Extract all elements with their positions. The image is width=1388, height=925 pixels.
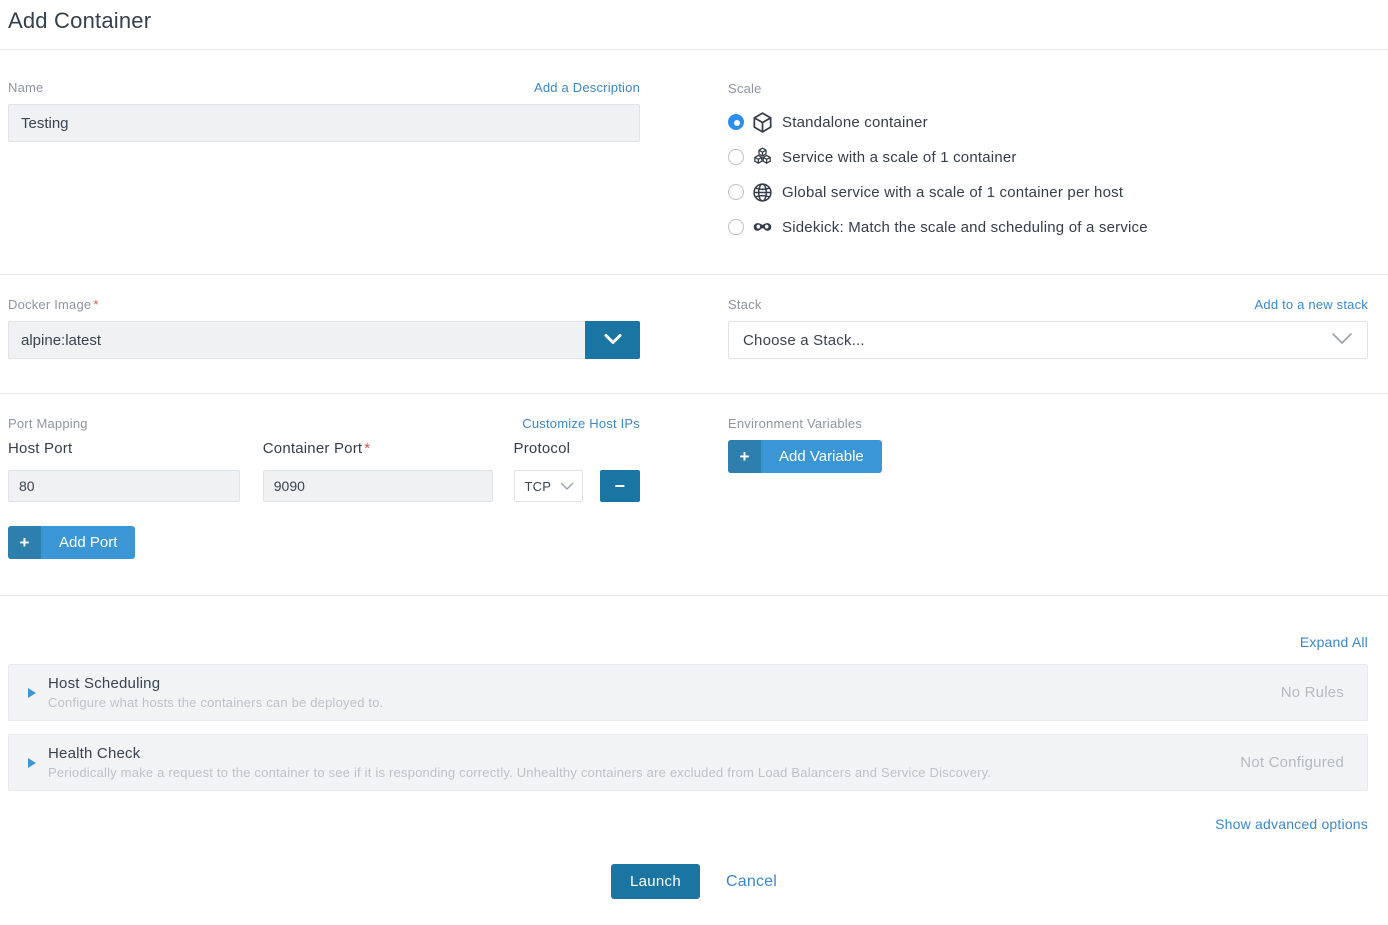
port-mapping-label: Port Mapping <box>8 416 88 431</box>
scale-option-label: Global service with a scale of 1 contain… <box>782 184 1123 201</box>
chevron-down-icon <box>1331 332 1353 349</box>
sidekick-mask-icon <box>752 217 773 238</box>
protocol-select[interactable]: TCP <box>514 470 583 502</box>
scale-option-label: Sidekick: Match the scale and scheduling… <box>782 219 1148 236</box>
launch-button[interactable]: Launch <box>611 864 700 899</box>
environment-variables-label: Environment Variables <box>728 416 862 431</box>
add-new-stack-link[interactable]: Add to a new stack <box>1255 297 1368 312</box>
host-port-input[interactable] <box>8 470 240 502</box>
name-input[interactable] <box>8 104 640 142</box>
footer-actions: Launch Cancel <box>0 844 1388 923</box>
host-port-label: Host Port <box>8 440 240 457</box>
accordion-description: Periodically make a request to the conta… <box>48 765 1224 780</box>
status-badge: No Rules <box>1281 684 1344 701</box>
accordion-title: Health Check <box>48 745 1224 762</box>
scale-option-service[interactable]: Service with a scale of 1 container <box>728 146 1368 168</box>
radio-service[interactable] <box>728 149 744 165</box>
expand-caret-icon[interactable] <box>28 758 36 768</box>
ports-env-row: Port Mapping Customize Host IPs Host Por… <box>0 394 1388 595</box>
scale-label: Scale <box>728 81 762 96</box>
docker-image-dropdown-button[interactable] <box>585 321 640 359</box>
required-asterisk: * <box>93 297 98 312</box>
customize-host-ips-link[interactable]: Customize Host IPs <box>522 416 640 431</box>
show-advanced-row: Show advanced options <box>0 804 1388 844</box>
add-port-button-label: Add Port <box>41 526 135 559</box>
page-title: Add Container <box>0 0 1388 34</box>
docker-image-input[interactable] <box>8 321 585 359</box>
cube-icon <box>752 112 773 133</box>
scale-option-sidekick[interactable]: Sidekick: Match the scale and scheduling… <box>728 216 1368 238</box>
column-gap <box>640 297 728 359</box>
radio-standalone[interactable] <box>728 114 744 130</box>
column-gap <box>640 416 728 559</box>
scale-section: Scale Standalone container <box>728 80 1368 238</box>
accordion-description: Configure what hosts the containers can … <box>48 695 1265 710</box>
scale-option-standalone[interactable]: Standalone container <box>728 111 1368 133</box>
container-port-input[interactable] <box>263 470 493 502</box>
expand-all-link[interactable]: Expand All <box>1300 634 1368 650</box>
column-gap <box>640 80 728 238</box>
stack-select[interactable]: Choose a Stack... <box>728 321 1368 359</box>
stack-label: Stack <box>728 297 762 312</box>
scale-option-label: Standalone container <box>782 114 928 131</box>
name-scale-row: Name Add a Description Scale Standalone … <box>0 50 1388 274</box>
expand-all-row: Expand All <box>0 596 1388 664</box>
chevron-down-icon <box>604 333 622 348</box>
add-variable-button-label: Add Variable <box>761 440 882 473</box>
environment-variables-section: Environment Variables + Add Variable <box>728 416 1368 559</box>
radio-sidekick[interactable] <box>728 219 744 235</box>
show-advanced-options-link[interactable]: Show advanced options <box>1215 816 1368 832</box>
add-port-button[interactable]: + Add Port <box>8 526 135 559</box>
scale-option-label: Service with a scale of 1 container <box>782 149 1017 166</box>
health-check-accordion[interactable]: Health Check Periodically make a request… <box>8 734 1368 791</box>
plus-icon: + <box>728 440 761 473</box>
cancel-button[interactable]: Cancel <box>726 873 777 891</box>
service-cubes-icon <box>752 147 773 168</box>
scale-option-global[interactable]: Global service with a scale of 1 contain… <box>728 181 1368 203</box>
protocol-label: Protocol <box>514 440 583 457</box>
name-label: Name <box>8 80 43 95</box>
container-port-label: Container Port* <box>263 440 493 457</box>
globe-icon <box>752 182 773 203</box>
protocol-select-value: TCP <box>525 479 552 494</box>
remove-port-button[interactable]: − <box>600 470 640 502</box>
docker-image-label: Docker Image* <box>8 297 99 312</box>
accordion-title: Host Scheduling <box>48 675 1265 692</box>
port-mapping-section: Port Mapping Customize Host IPs Host Por… <box>8 416 640 559</box>
stack-section: Stack Add to a new stack Choose a Stack.… <box>728 297 1368 359</box>
port-row: Host Port Container Port* Protocol TCP <box>8 440 640 502</box>
image-stack-row: Docker Image* Stack Add to a new stack <box>0 275 1388 393</box>
plus-icon: + <box>8 526 41 559</box>
docker-image-section: Docker Image* <box>8 297 640 359</box>
chevron-down-icon <box>560 479 574 494</box>
add-description-link[interactable]: Add a Description <box>534 80 640 95</box>
name-section: Name Add a Description <box>8 80 640 238</box>
required-asterisk: * <box>364 440 370 457</box>
minus-icon: − <box>615 477 626 495</box>
radio-global[interactable] <box>728 184 744 200</box>
add-variable-button[interactable]: + Add Variable <box>728 440 882 473</box>
add-container-page: Add Container Name Add a Description Sca… <box>0 0 1388 923</box>
expand-caret-icon[interactable] <box>28 688 36 698</box>
status-badge: Not Configured <box>1240 754 1344 771</box>
host-scheduling-accordion[interactable]: Host Scheduling Configure what hosts the… <box>8 664 1368 721</box>
stack-select-value: Choose a Stack... <box>743 332 865 349</box>
